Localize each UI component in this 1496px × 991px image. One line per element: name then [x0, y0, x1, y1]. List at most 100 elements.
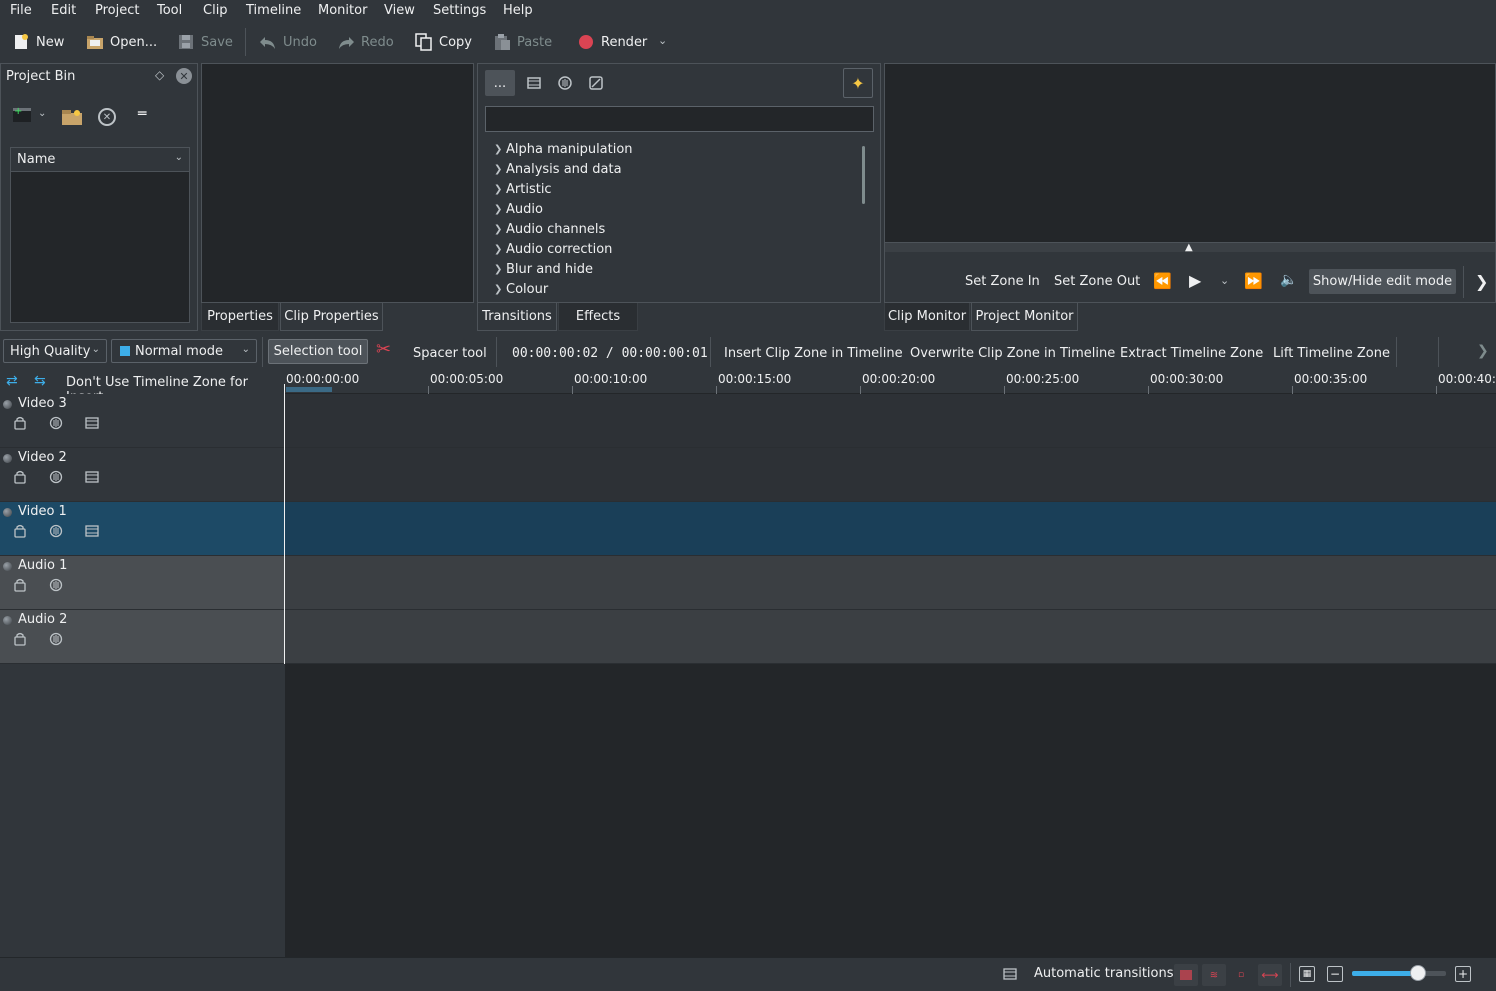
zoom-slider-handle[interactable] [1409, 965, 1426, 981]
list-item[interactable]: ❯ Audio correction [494, 242, 612, 257]
hide-video-icon[interactable] [85, 470, 99, 484]
new-button[interactable]: New [12, 30, 64, 54]
list-item[interactable]: ❯ Artistic [494, 182, 552, 197]
lock-icon[interactable] [13, 470, 27, 484]
bin-menu-icon[interactable]: ═ [138, 106, 146, 122]
track-lane-audio-1[interactable] [285, 556, 1496, 610]
menu-monitor[interactable]: Monitor [318, 3, 367, 18]
render-button[interactable]: Render [577, 30, 647, 54]
tab-project-monitor[interactable]: Project Monitor [971, 303, 1078, 331]
hide-video-icon[interactable] [85, 524, 99, 538]
set-zone-in-button[interactable]: Set Zone In [965, 274, 1040, 289]
track-lane-video-1[interactable] [285, 502, 1496, 556]
chevron-right-icon[interactable]: ❯ [1475, 272, 1488, 291]
show-video-thumbnails-button[interactable] [1174, 964, 1198, 986]
video-thumbnails-icon[interactable] [1003, 967, 1017, 981]
hide-video-icon[interactable] [85, 416, 99, 430]
fast-forward-icon[interactable]: ⏩ [1244, 272, 1263, 290]
mute-icon[interactable] [49, 524, 63, 538]
tab-clip-properties[interactable]: Clip Properties [280, 303, 383, 331]
edit-mode-select[interactable]: Normal mode ⌄ [111, 339, 257, 363]
zoom-in-icon[interactable]: + [1455, 966, 1471, 982]
lock-icon[interactable] [13, 416, 27, 430]
menu-edit[interactable]: Edit [51, 3, 76, 18]
audio-effects-icon[interactable] [558, 76, 572, 90]
insert-clip-zone-button[interactable]: Insert Clip Zone in Timeline [724, 341, 903, 365]
monitor-video-area[interactable] [885, 64, 1495, 242]
insert-mode-icon[interactable]: ⇄ [6, 373, 18, 389]
mute-icon[interactable] [49, 416, 63, 430]
menu-clip[interactable]: Clip [203, 3, 228, 18]
mute-icon[interactable] [49, 470, 63, 484]
automatic-transitions-toggle[interactable]: Automatic transitions [1034, 966, 1174, 981]
track-header-video-3[interactable]: Video 3 [0, 394, 284, 448]
lock-icon[interactable] [13, 578, 27, 592]
list-item[interactable]: ❯ Alpha manipulation [494, 142, 633, 157]
list-item[interactable]: ❯ Audio [494, 202, 543, 217]
play-dropdown-chevron-icon[interactable]: ⌄ [1220, 274, 1229, 287]
fit-zoom-icon[interactable]: ▦ [1299, 966, 1315, 982]
undo-button[interactable]: Undo [259, 30, 317, 54]
track-header-audio-1[interactable]: Audio 1 [0, 556, 284, 610]
redo-button[interactable]: Redo [337, 30, 394, 54]
toolbar-overflow-chevron-icon[interactable]: ❯ [1477, 343, 1489, 359]
effects-search-input[interactable] [485, 106, 874, 132]
tab-transitions[interactable]: Transitions [477, 303, 557, 331]
float-panel-icon[interactable]: ◇ [155, 68, 164, 82]
mute-icon[interactable] [49, 632, 63, 646]
timeline-empty-area[interactable] [285, 664, 1496, 957]
open-button[interactable]: Open... [86, 30, 157, 54]
overwrite-clip-zone-button[interactable]: Overwrite Clip Zone in Timeline [910, 341, 1115, 365]
rewind-icon[interactable]: ⏪ [1153, 272, 1172, 290]
set-zone-out-button[interactable]: Set Zone Out [1054, 274, 1140, 289]
zoom-slider-track[interactable] [1352, 965, 1446, 981]
menu-tool[interactable]: Tool [157, 3, 182, 18]
track-header-video-1[interactable]: Video 1 [0, 502, 284, 556]
bin-name-column-header[interactable]: Name ⌄ [11, 148, 189, 172]
track-lane-audio-2[interactable] [285, 610, 1496, 664]
menu-file[interactable]: File [10, 3, 32, 18]
timeline-zone-bar[interactable] [286, 387, 332, 392]
track-lane-video-2[interactable] [285, 448, 1496, 502]
copy-button[interactable]: Copy [415, 30, 472, 54]
tab-effects[interactable]: Effects [558, 303, 638, 331]
list-item[interactable]: ❯ Audio channels [494, 222, 605, 237]
snap-button[interactable]: ⟷ [1258, 964, 1282, 986]
track-lane-video-3[interactable] [285, 394, 1496, 448]
track-header-video-2[interactable]: Video 2 [0, 448, 284, 502]
menu-project[interactable]: Project [95, 3, 139, 18]
favorite-star-icon[interactable]: ✦ [843, 68, 873, 98]
all-effects-button[interactable]: ... [485, 70, 515, 96]
spacer-tool-button[interactable]: Spacer tool [413, 341, 487, 365]
tab-clip-monitor[interactable]: Clip Monitor [884, 303, 970, 331]
playhead-marker-icon[interactable]: ▲ [1185, 242, 1193, 253]
delete-clip-icon[interactable]: ✕ [98, 108, 116, 126]
add-folder-icon[interactable] [61, 108, 83, 126]
mute-icon[interactable] [49, 578, 63, 592]
lock-icon[interactable] [13, 524, 27, 538]
markers-icon[interactable]: ▫ [1232, 967, 1250, 983]
video-effects-icon[interactable] [527, 76, 541, 90]
bin-clip-list[interactable]: Name ⌄ [10, 147, 190, 323]
list-item[interactable]: ❯ Blur and hide [494, 262, 593, 277]
razor-tool-icon[interactable]: ✂ [376, 339, 391, 360]
overwrite-mode-icon[interactable]: ⇆ [34, 373, 46, 389]
custom-effects-icon[interactable] [589, 76, 603, 90]
quality-select[interactable]: High Quality ⌄ [3, 339, 107, 363]
effects-scrollbar[interactable] [862, 146, 865, 204]
volume-icon[interactable]: 🔈 [1280, 272, 1297, 288]
menu-view[interactable]: View [384, 3, 415, 18]
sort-chevron-icon[interactable]: ⌄ [175, 152, 183, 163]
save-button[interactable]: Save [177, 30, 233, 54]
menu-timeline[interactable]: Timeline [246, 3, 301, 18]
menu-help[interactable]: Help [503, 3, 533, 18]
tab-properties[interactable]: Properties [201, 303, 279, 331]
track-header-audio-2[interactable]: Audio 2 [0, 610, 284, 664]
show-audio-waveform-button[interactable]: ≋ [1202, 964, 1226, 986]
play-icon[interactable]: ▶ [1189, 271, 1201, 290]
selection-tool-button[interactable]: Selection tool [268, 339, 368, 364]
timeline-playhead[interactable] [284, 384, 285, 664]
show-hide-edit-mode-button[interactable]: Show/Hide edit mode [1309, 269, 1456, 294]
paste-button[interactable]: Paste [493, 30, 552, 54]
zoom-out-icon[interactable]: − [1327, 966, 1343, 982]
